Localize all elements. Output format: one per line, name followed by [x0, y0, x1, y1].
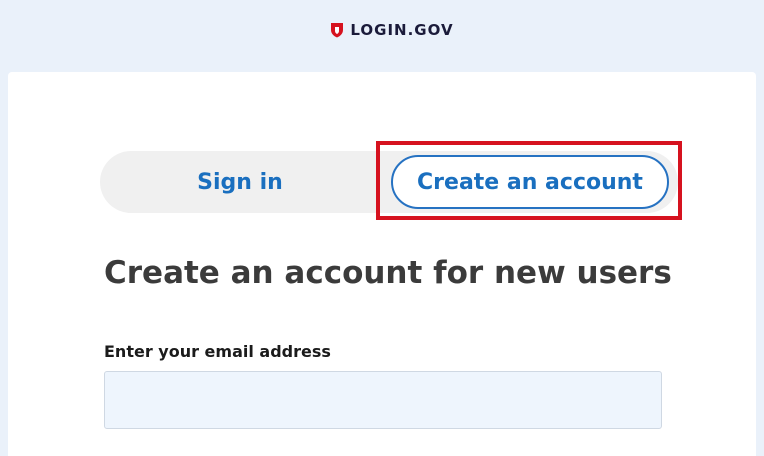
page: LOGIN.GOV Sign in Create an account Crea…	[0, 0, 764, 456]
tab-sign-in[interactable]: Sign in	[104, 152, 376, 212]
email-label: Enter your email address	[104, 342, 331, 361]
brand-logo[interactable]: LOGIN.GOV	[330, 21, 453, 39]
email-field[interactable]	[104, 371, 662, 429]
page-title: Create an account for new users	[104, 255, 672, 291]
brand-text: LOGIN.GOV	[350, 21, 454, 39]
highlight-box	[376, 141, 682, 220]
shield-icon	[330, 22, 344, 38]
site-header: LOGIN.GOV	[0, 0, 764, 60]
main-card: Sign in Create an account Create an acco…	[8, 72, 756, 456]
